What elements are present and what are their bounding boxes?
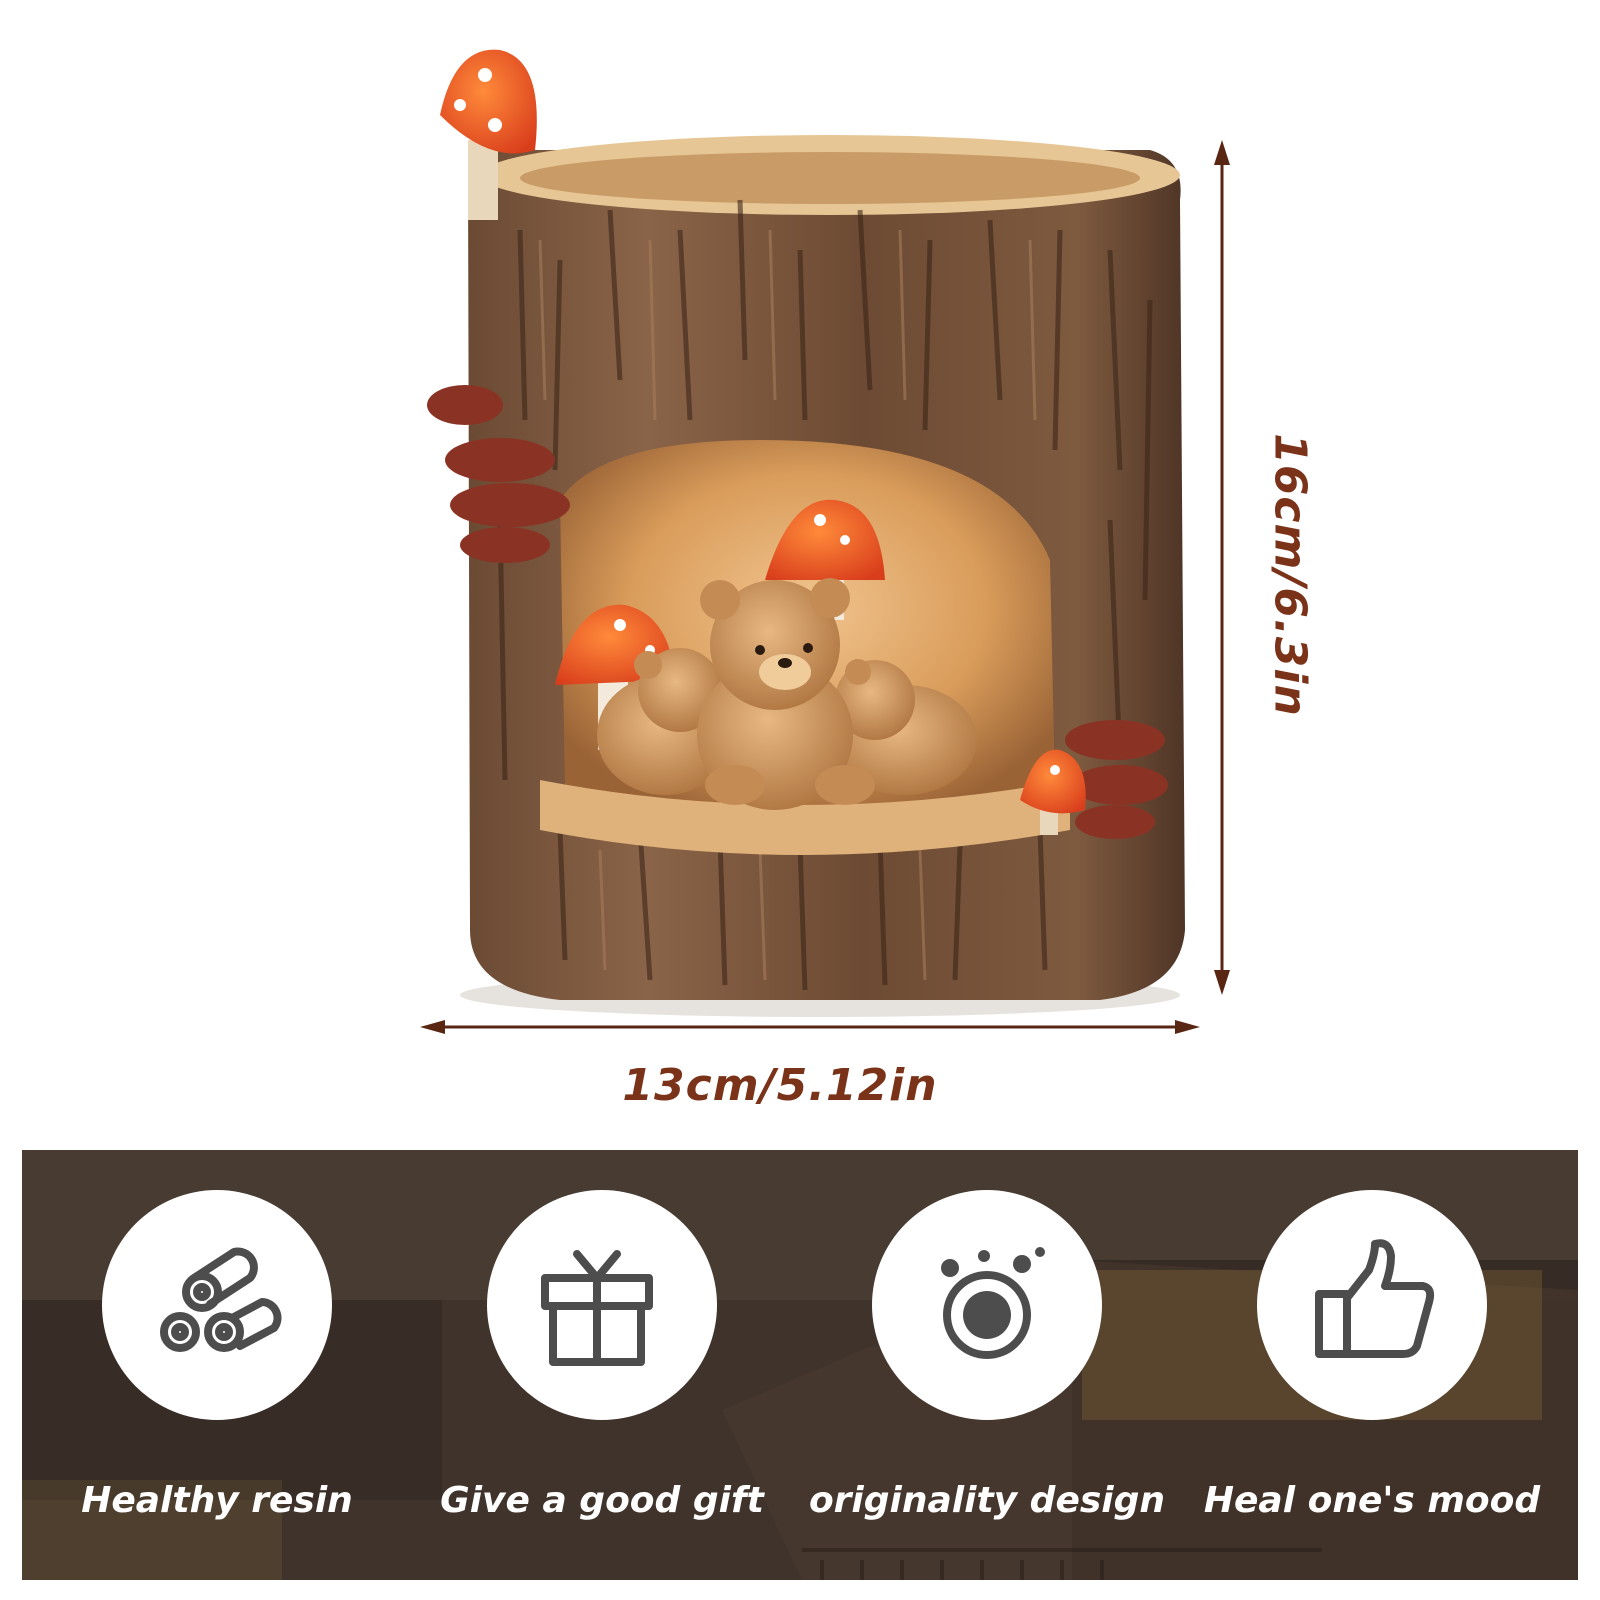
height-arrow (1214, 140, 1230, 995)
feature-band: Healthy resin Give a good gift originali… (22, 1150, 1578, 1580)
thumbs-up-icon (1315, 1239, 1435, 1358)
feature-circle (102, 1190, 332, 1420)
logs-icon (160, 1247, 282, 1352)
camera-lens-icon (941, 1247, 1045, 1359)
height-dimension-label: 16cm/6.3in (1264, 433, 1316, 717)
feature-label: originality design (808, 1480, 1166, 1521)
feature-circle (872, 1190, 1102, 1420)
width-dimension-text: 13cm/5.12in (622, 1060, 938, 1111)
gift-box-icon (541, 1250, 653, 1366)
feature-circle (487, 1190, 717, 1420)
feature-healthy-resin: Healthy resin (52, 1190, 382, 1550)
product-image (420, 49, 1230, 1034)
width-dimension-label: 13cm/5.12in (0, 1060, 1600, 1111)
feature-circle (1257, 1190, 1487, 1420)
feature-originality-design: originality design (809, 1190, 1165, 1550)
feature-label: Heal one's mood (1203, 1480, 1541, 1521)
feature-label: Give a good gift (440, 1480, 764, 1521)
width-arrow (420, 1020, 1200, 1034)
feature-heal-mood: Heal one's mood (1204, 1190, 1540, 1550)
feature-good-gift: Give a good gift (437, 1190, 767, 1550)
feature-label: Healthy resin (81, 1480, 353, 1521)
